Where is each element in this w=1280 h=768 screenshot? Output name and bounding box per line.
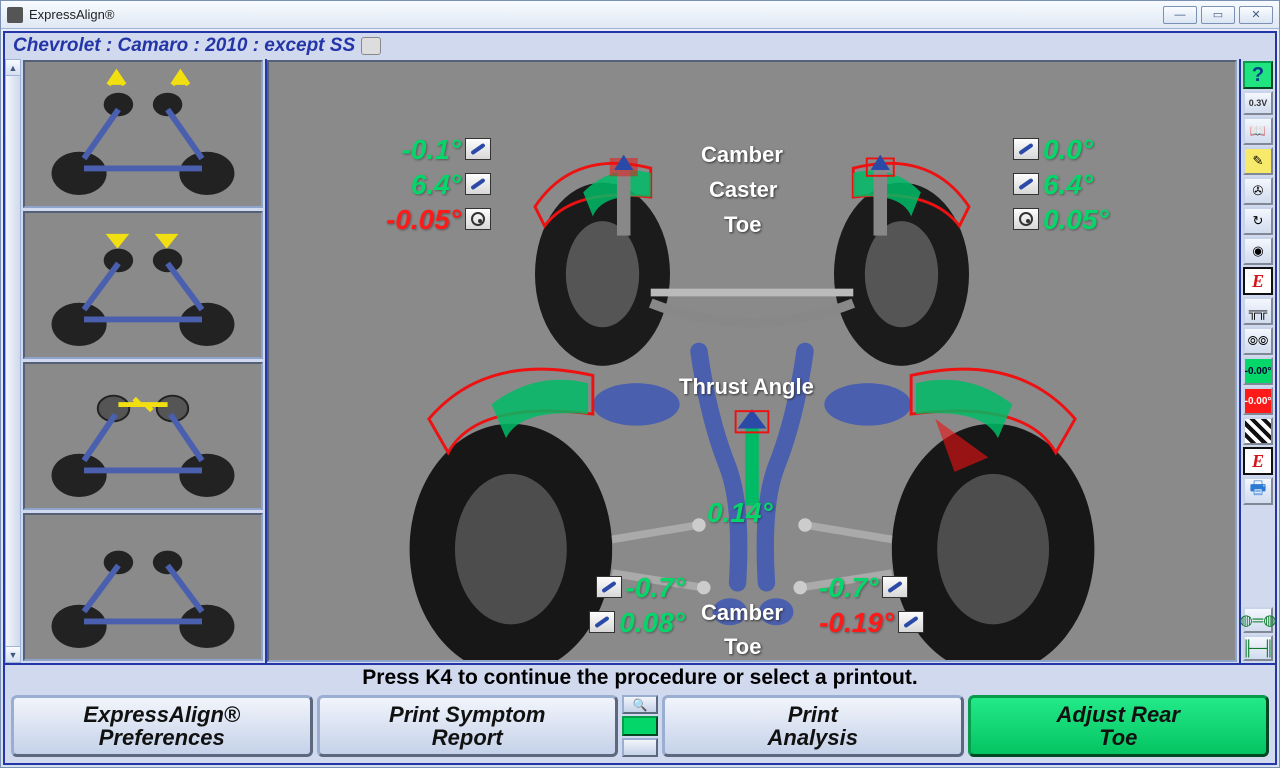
positive-tolerance-button[interactable]: -0.00° <box>1243 357 1273 385</box>
scroll-down-button[interactable]: ▼ <box>6 646 20 662</box>
procedure-sidebar: ▲ ▼ <box>5 59 267 663</box>
wrench-icon <box>465 138 491 160</box>
rear-toe-label: Toe <box>724 634 761 660</box>
window-title: ExpressAlign® <box>29 7 114 22</box>
sidebar-scrollbar[interactable]: ▲ ▼ <box>5 59 21 663</box>
sensor-voltage-button[interactable]: 0.3V <box>1243 91 1273 115</box>
chassis-icon[interactable]: ╟─╢ <box>1243 635 1273 661</box>
wrench-icon <box>465 173 491 195</box>
specs-book-button[interactable]: 📖 <box>1243 117 1273 145</box>
expressalign2-button[interactable]: E <box>1243 447 1273 475</box>
front-right-caster: 6.4° <box>1009 169 1093 201</box>
adjust-rear-toe-button[interactable]: Adjust Rear Toe <box>968 695 1270 757</box>
rear-left-toe: 0.08° <box>585 607 685 639</box>
main-row: ▲ ▼ <box>5 59 1275 663</box>
front-left-camber: -0.1° <box>402 134 495 166</box>
minimize-button[interactable]: — <box>1163 6 1197 24</box>
wrench-icon <box>882 576 908 598</box>
target-button[interactable]: ◉ <box>1243 237 1273 265</box>
illustrate-adjust-button[interactable]: ✎ <box>1243 147 1273 175</box>
app-window: ExpressAlign® — ▭ ✕ Chevrolet : Camaro :… <box>0 0 1280 768</box>
print-analysis-button[interactable]: Print Analysis <box>662 695 964 757</box>
negative-tolerance-button[interactable]: -0.00° <box>1243 387 1273 415</box>
front-toe-label: Toe <box>724 212 761 238</box>
procedure-thumb-1[interactable] <box>23 60 263 208</box>
procedure-thumb-4[interactable] <box>23 513 263 661</box>
rear-right-camber: -0.7° <box>819 572 912 604</box>
expressalign-button[interactable]: E <box>1243 267 1273 295</box>
softkey-pager: 🔍 <box>622 695 658 757</box>
front-right-camber: 0.0° <box>1009 134 1093 166</box>
wrench-icon <box>596 576 622 598</box>
thrust-angle-label: Thrust Angle <box>679 374 814 400</box>
steering-wheel-icon <box>465 208 491 230</box>
procedure-thumb-3[interactable] <box>23 362 263 510</box>
tool-palette: ? 0.3V 📖 ✎ ✇ ↻ ◉ E ╦╦ ⦾⦾ -0.00° -0.00° E… <box>1239 59 1275 663</box>
title-bar: ExpressAlign® — ▭ ✕ <box>1 1 1279 29</box>
app-icon <box>7 7 23 23</box>
steering-button[interactable]: ✇ <box>1243 177 1273 205</box>
procedure-thumb-2[interactable] <box>23 211 263 359</box>
print-symptom-button[interactable]: Print Symptom Report <box>317 695 619 757</box>
pager-current-button[interactable] <box>622 716 658 735</box>
front-left-caster: 6.4° <box>411 169 495 201</box>
rear-camber-label: Camber <box>701 600 783 626</box>
softkey-row: ExpressAlign® Preferences Print Symptom … <box>5 691 1275 763</box>
rear-right-toe: -0.19° <box>819 607 928 639</box>
scroll-up-button[interactable]: ▲ <box>6 60 20 76</box>
four-wheel-button[interactable]: ⦾⦾ <box>1243 327 1273 355</box>
checkered-flag-button[interactable] <box>1243 417 1273 445</box>
front-caster-label: Caster <box>709 177 777 203</box>
pager-zoom-button[interactable]: 🔍 <box>622 695 658 714</box>
rear-axle-icon[interactable]: ◍═◍ <box>1243 607 1273 633</box>
instruction-bar: Press K4 to continue the procedure or se… <box>5 663 1275 691</box>
wrench-icon <box>1013 173 1039 195</box>
front-right-toe: 0.05° <box>1009 204 1109 236</box>
print-button[interactable]: 🖶 <box>1243 477 1273 505</box>
close-button[interactable]: ✕ <box>1239 6 1273 24</box>
vehicle-text: Chevrolet : Camaro : 2010 : except SS <box>13 35 355 57</box>
preferences-button[interactable]: ExpressAlign® Preferences <box>11 695 313 757</box>
instruction-text: Press K4 to continue the procedure or se… <box>362 666 917 690</box>
pager-next-button[interactable] <box>622 738 658 757</box>
procedure-thumbnails <box>21 59 265 663</box>
wrench-icon <box>898 611 924 633</box>
client-area: Chevrolet : Camaro : 2010 : except SS ▲ … <box>3 31 1277 765</box>
wrench-icon <box>1013 138 1039 160</box>
vehicle-bar: Chevrolet : Camaro : 2010 : except SS <box>5 33 1275 59</box>
reset-button[interactable]: ↻ <box>1243 207 1273 235</box>
help-button[interactable]: ? <box>1243 61 1273 89</box>
wrench-icon <box>589 611 615 633</box>
tpms-icon <box>361 37 381 55</box>
thrust-angle-value: 0.14° <box>707 497 773 529</box>
front-left-toe: -0.05° <box>386 204 495 236</box>
steering-wheel-icon <box>1013 208 1039 230</box>
rear-left-camber: -0.7° <box>592 572 685 604</box>
front-camber-label: Camber <box>701 142 783 168</box>
maximize-button[interactable]: ▭ <box>1201 6 1235 24</box>
suspension-button[interactable]: ╦╦ <box>1243 297 1273 325</box>
alignment-3d-view: Camber Caster Toe -0.1° 6.4° -0.05° 0.0°… <box>267 60 1237 662</box>
